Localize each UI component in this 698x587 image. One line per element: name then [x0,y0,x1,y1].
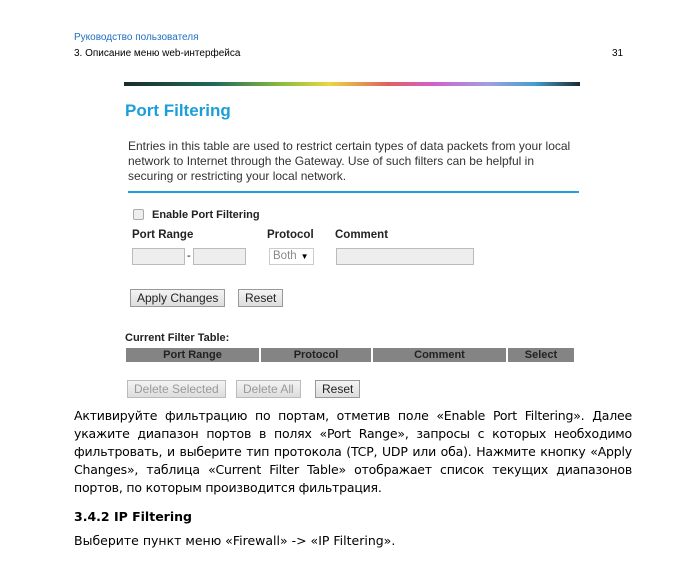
protocol-select[interactable]: Both ▼ [269,248,314,265]
reset-button[interactable]: Reset [238,289,284,307]
section-heading: 3.4.2 IP Filtering [74,509,192,524]
manual-title: Руководство пользователя [74,32,199,43]
column-comment: Comment [373,348,506,362]
page-number: 31 [612,48,624,59]
section-title: 3. Описание меню web-интерфейса [74,48,241,59]
port-from-input[interactable] [132,248,185,265]
apply-changes-button[interactable]: Apply Changes [130,289,226,307]
divider [128,191,579,193]
enable-port-filtering-checkbox[interactable] [133,209,144,220]
range-dash: - [187,250,191,262]
reset-table-button[interactable]: Reset [315,380,361,398]
instruction-text: Выберите пункт меню «Firewall» -> «IP Fi… [74,533,396,548]
dropdown-arrow-icon: ▼ [300,252,309,261]
port-range-label: Port Range [132,229,194,241]
gradient-bar [124,82,580,86]
column-select: Select [508,348,574,362]
protocol-value: Both [273,250,297,262]
enable-port-filtering-label: Enable Port Filtering [152,209,260,221]
port-filtering-screenshot: Port Filtering Entries in this table are… [124,82,580,404]
column-port-range: Port Range [126,348,259,362]
column-protocol: Protocol [261,348,371,362]
current-filter-table-title: Current Filter Table: [125,332,230,344]
protocol-label: Protocol [267,229,314,241]
port-to-input[interactable] [193,248,246,265]
page-title: Port Filtering [125,101,231,120]
body-paragraph: Активируйте фильтрацию по портам, отмети… [74,408,632,495]
delete-all-button[interactable]: Delete All [236,380,301,398]
comment-input[interactable] [336,248,474,265]
description: Entries in this table are used to restri… [128,139,571,183]
comment-label: Comment [335,229,389,241]
delete-selected-button[interactable]: Delete Selected [127,380,226,398]
